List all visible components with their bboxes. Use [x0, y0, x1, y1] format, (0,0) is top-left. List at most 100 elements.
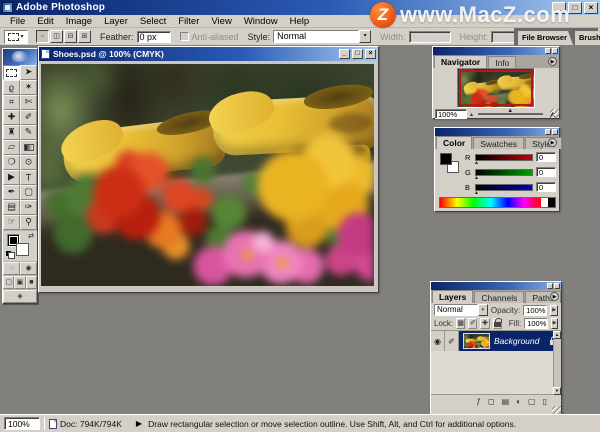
width-input[interactable] [409, 31, 451, 43]
scroll-up-icon[interactable]: ▲ [553, 331, 561, 339]
menu-edit[interactable]: Edit [31, 15, 59, 28]
tool-type[interactable]: T [20, 170, 37, 185]
green-value-input[interactable]: 0 [536, 167, 556, 177]
doc-close-button[interactable]: × [365, 49, 376, 59]
slider-thumb[interactable]: ▲ [474, 175, 479, 181]
anti-aliased-checkbox[interactable] [180, 32, 189, 41]
palette-minimize-icon[interactable] [545, 129, 551, 135]
layer-effects-icon[interactable]: ƒ [477, 397, 481, 406]
subtract-selection-button[interactable]: ⊟ [64, 30, 77, 43]
zoom-out-icon[interactable]: ▴ [470, 111, 473, 118]
tool-brush[interactable]: ✐ [20, 110, 37, 125]
blue-value-input[interactable]: 0 [536, 182, 556, 192]
palette-menu-icon[interactable]: ▶ [548, 57, 557, 66]
navigator-zoom-input[interactable]: 100% [435, 109, 467, 119]
tool-gradient[interactable] [20, 140, 37, 155]
tool-eraser[interactable]: ▱ [3, 140, 20, 155]
palette-close-icon[interactable] [552, 129, 558, 135]
tool-zoom[interactable]: ⚲ [20, 215, 37, 230]
blend-mode-select[interactable]: Normal ▾ [434, 304, 488, 316]
menu-select[interactable]: Select [134, 15, 172, 28]
layers-title-bar[interactable] [431, 282, 561, 290]
maximize-button[interactable]: □ [568, 2, 582, 14]
red-slider[interactable]: ▲ [475, 154, 533, 161]
app-title-bar[interactable]: Adobe Photoshop _ □ × [0, 0, 600, 15]
layer-name[interactable]: Background [494, 336, 550, 346]
fill-arrow-icon[interactable]: ▶ [551, 318, 558, 329]
menu-window[interactable]: Window [238, 15, 284, 28]
background-color-swatch[interactable] [16, 243, 29, 256]
tool-crop[interactable]: ⌗ [3, 95, 20, 110]
green-slider[interactable]: ▲ [475, 169, 533, 176]
navigator-zoom-slider[interactable]: ▲ [478, 113, 543, 115]
visibility-toggle[interactable]: ◉ [431, 331, 445, 351]
tool-path-selection[interactable]: ▶ [3, 170, 20, 185]
slider-thumb[interactable]: ▲ [507, 108, 513, 114]
chevron-down-icon[interactable]: ▾ [359, 30, 371, 43]
photo-shoes[interactable] [41, 64, 374, 286]
scroll-down-icon[interactable]: ▼ [553, 387, 561, 395]
menu-image[interactable]: Image [60, 15, 98, 28]
tab-swatches[interactable]: Swatches [473, 137, 524, 149]
tool-move[interactable]: ➤ [20, 65, 37, 80]
slider-thumb[interactable]: ▲ [474, 190, 479, 196]
palette-close-icon[interactable] [552, 48, 558, 54]
fill-input[interactable]: 100% [524, 318, 548, 329]
jump-to-imageready-button[interactable]: ◈ [3, 290, 37, 303]
photo-shoes[interactable] [464, 334, 490, 349]
red-value-input[interactable]: 0 [536, 152, 556, 162]
layer-row-background[interactable]: ◉ ✐ [431, 331, 561, 351]
layer-mask-icon[interactable]: ◻ [488, 397, 495, 406]
tool-shape[interactable]: ▢ [20, 185, 37, 200]
standard-mode-button[interactable]: ◌ [3, 262, 20, 275]
status-popup-arrow-icon[interactable]: ▶ [136, 419, 142, 428]
resize-grip[interactable] [550, 109, 559, 118]
layers-scrollbar[interactable]: ▲ ▼ [553, 331, 561, 395]
opacity-arrow-icon[interactable]: ▶ [550, 305, 558, 316]
slider-thumb[interactable]: ▲ [474, 160, 479, 166]
doc-minimize-button[interactable]: _ [339, 49, 350, 59]
palette-minimize-icon[interactable] [545, 48, 551, 54]
navigator-thumbnail[interactable] [457, 68, 535, 108]
menu-view[interactable]: View [205, 15, 237, 28]
menu-file[interactable]: File [4, 15, 31, 28]
tab-file-browser[interactable]: File Browser [518, 31, 573, 45]
fullscreen-button[interactable]: ■ [26, 276, 37, 289]
lock-transparency-icon[interactable]: ▦ [456, 318, 465, 329]
tab-color[interactable]: Color [436, 136, 472, 149]
menu-layer[interactable]: Layer [98, 15, 134, 28]
default-colors-icon[interactable] [6, 251, 15, 259]
tool-rectangular-marquee[interactable] [3, 65, 20, 80]
tool-healing-brush[interactable]: ✚ [3, 110, 20, 125]
intersect-selection-button[interactable]: ⊞ [78, 30, 91, 43]
tab-channels[interactable]: Channels [474, 291, 524, 303]
navigator-viewbox[interactable] [459, 70, 533, 106]
tool-clone-stamp[interactable]: ♜ [3, 125, 20, 140]
palette-menu-icon[interactable]: ▶ [550, 292, 559, 301]
lock-pixels-icon[interactable]: ✐ [468, 318, 477, 329]
new-selection-button[interactable]: ▫ [36, 30, 49, 43]
black-swatch[interactable] [548, 198, 555, 207]
tool-slice[interactable]: ✄ [20, 95, 37, 110]
spectrum-ramp[interactable] [440, 198, 541, 207]
add-selection-button[interactable]: ◫ [50, 30, 63, 43]
tool-eyedropper[interactable]: ✑ [20, 200, 37, 215]
feather-input[interactable]: 0 px [137, 31, 171, 43]
new-layer-icon[interactable]: ▢ [528, 397, 536, 406]
color-title-bar[interactable] [435, 128, 559, 136]
palette-menu-icon[interactable]: ▶ [548, 138, 557, 147]
current-tool-button[interactable]: ▾ [4, 30, 28, 44]
tool-pen[interactable]: ✒ [3, 185, 20, 200]
photoshop-logo-icon[interactable] [3, 49, 37, 65]
document-title-bar[interactable]: Shoes.psd @ 100% (CMYK) _ □ × [39, 47, 378, 61]
tool-notes[interactable]: ▤ [3, 200, 20, 215]
navigator-title-bar[interactable] [433, 47, 559, 55]
palette-minimize-icon[interactable] [547, 283, 553, 289]
tab-info[interactable]: Info [488, 56, 516, 68]
doc-size-text[interactable]: Doc: 794K/794K [60, 419, 122, 429]
color-ramp[interactable] [439, 197, 556, 208]
tool-hand[interactable]: ☞ [3, 215, 20, 230]
white-swatch[interactable] [541, 198, 548, 207]
swap-colors-icon[interactable]: ⇄ [28, 233, 34, 240]
tab-layers[interactable]: Layers [432, 290, 473, 303]
